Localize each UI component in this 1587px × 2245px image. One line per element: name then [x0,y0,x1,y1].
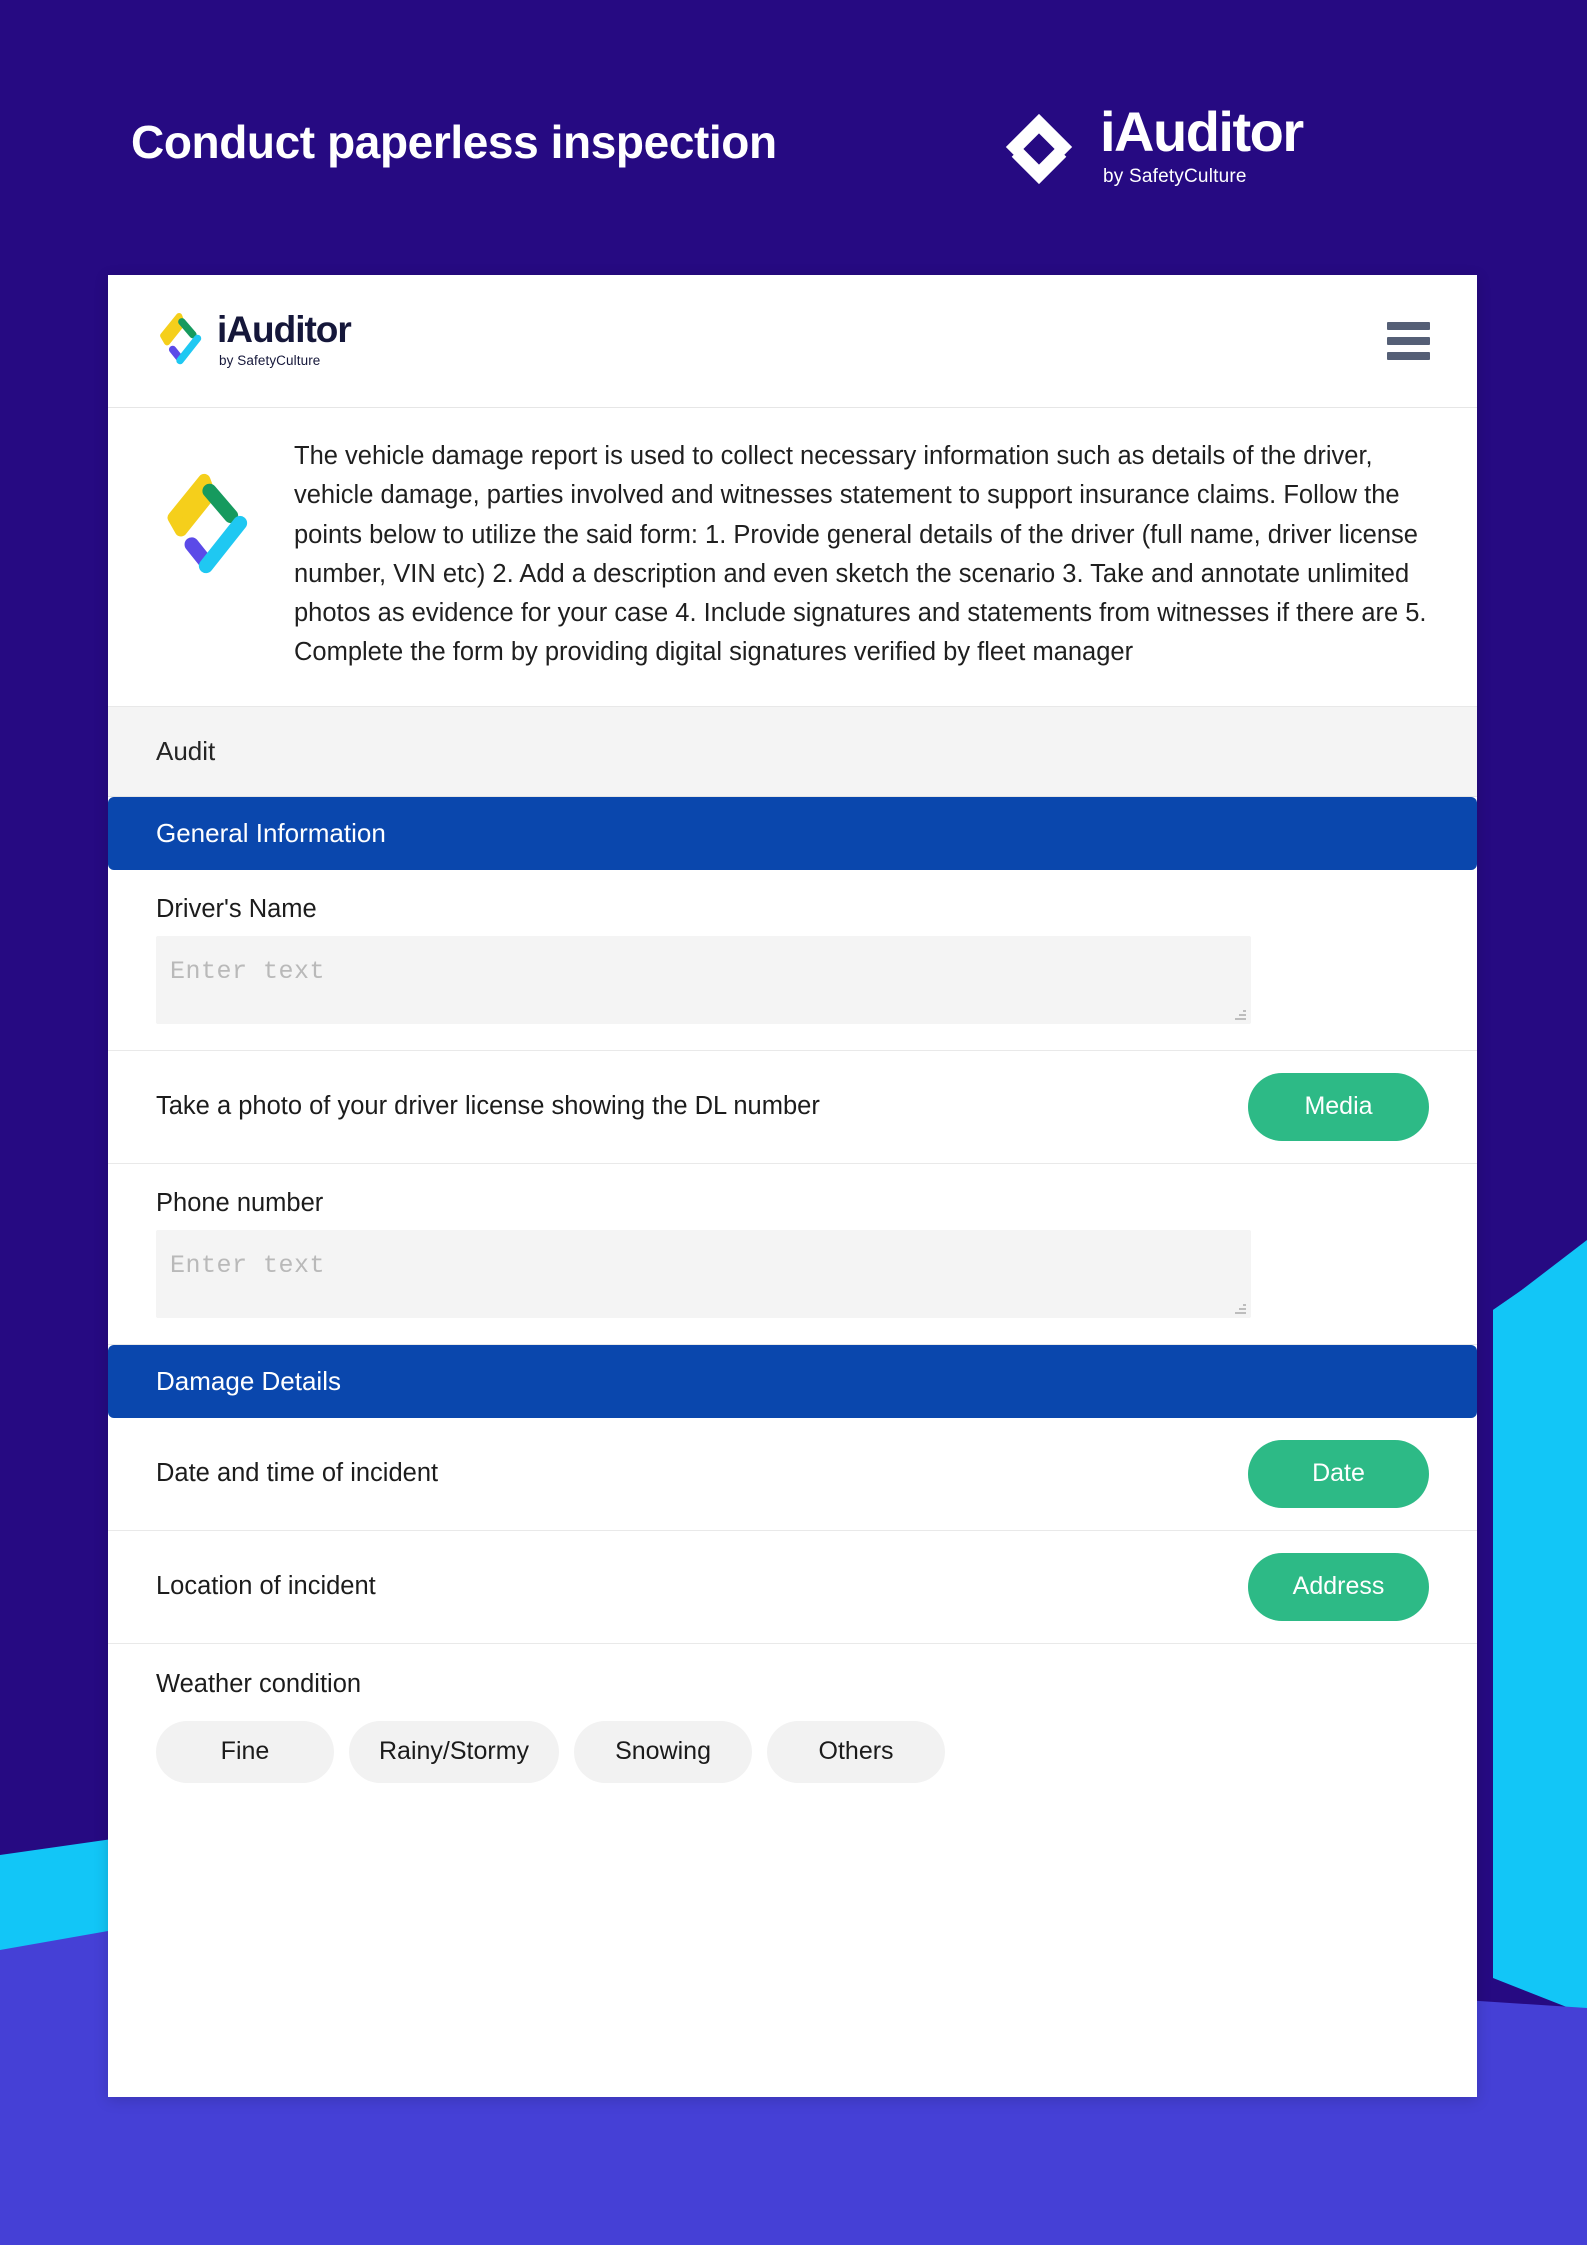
page-banner: Conduct paperless inspection iAuditor by… [0,0,1587,275]
audit-row[interactable]: Audit [108,706,1477,797]
app-brand-tagline: by SafetyCulture [219,352,321,368]
incident-datetime-label: Date and time of incident [156,1459,439,1488]
section-title: Damage Details [156,1365,341,1396]
app-brand-name: iAuditor [217,308,352,350]
section-header-general-information[interactable]: General Information [108,796,1477,870]
question-phone-number: Phone number Enter text [108,1164,1477,1345]
question-weather-condition: Weather condition Fine Rainy/Stormy Snowin… [108,1644,1477,1817]
weather-option-others[interactable]: Others [767,1720,946,1783]
resize-handle-icon[interactable] [1234,1008,1246,1020]
weather-option-rainy-stormy[interactable]: Rainy/Stormy [349,1720,560,1783]
incident-location-label: Location of incident [156,1572,376,1601]
date-button[interactable]: Date [1248,1439,1429,1508]
weather-condition-label: Weather condition [156,1669,362,1698]
resize-handle-icon[interactable] [1234,1302,1246,1314]
question-driver-license-photo: Take a photo of your driver license show… [108,1051,1477,1164]
form-description-block: The vehicle damage report is used to col… [108,408,1477,707]
inspection-form-card: iAuditor by SafetyCulture The vehicle da… [108,275,1477,2097]
iauditor-chevron-mark-icon [1005,113,1073,185]
iauditor-diamond-mark-icon [167,473,248,574]
address-button[interactable]: Address [1248,1552,1429,1621]
drivers-name-label: Driver's Name [156,894,317,923]
question-drivers-name: Driver's Name Enter text [108,870,1477,1051]
phone-number-placeholder: Enter text [170,1250,326,1280]
form-description-text: The vehicle damage report is used to col… [294,442,1427,667]
banner-brand-name: iAuditor [1100,100,1304,163]
hamburger-menu-icon[interactable] [1387,322,1430,360]
phone-number-label: Phone number [156,1188,324,1217]
question-incident-datetime: Date and time of incident Date [108,1418,1477,1531]
media-button[interactable]: Media [1248,1072,1429,1141]
banner-brand-logo: iAuditor by SafetyCulture [1000,100,1304,190]
iauditor-diamond-mark-icon [160,312,202,364]
weather-option-fine[interactable]: Fine [156,1720,334,1783]
drivers-name-input[interactable]: Enter text [156,935,1251,1024]
banner-brand-tagline: by SafetyCulture [1103,166,1247,187]
section-title: General Information [156,817,386,848]
weather-option-snowing[interactable]: Snowing [574,1720,753,1783]
drivers-name-placeholder: Enter text [170,956,326,986]
app-brand-logo[interactable]: iAuditor by SafetyCulture [156,308,352,374]
banner-title: Conduct paperless inspection [131,116,777,168]
audit-label: Audit [156,735,216,766]
app-header: iAuditor by SafetyCulture [108,275,1477,408]
phone-number-input[interactable]: Enter text [156,1229,1251,1318]
weather-condition-options: Fine Rainy/Stormy Snowing Others [156,1720,1429,1783]
section-header-damage-details[interactable]: Damage Details [108,1344,1477,1418]
driver-license-photo-label: Take a photo of your driver license show… [156,1092,820,1121]
question-incident-location: Location of incident Address [108,1531,1477,1644]
